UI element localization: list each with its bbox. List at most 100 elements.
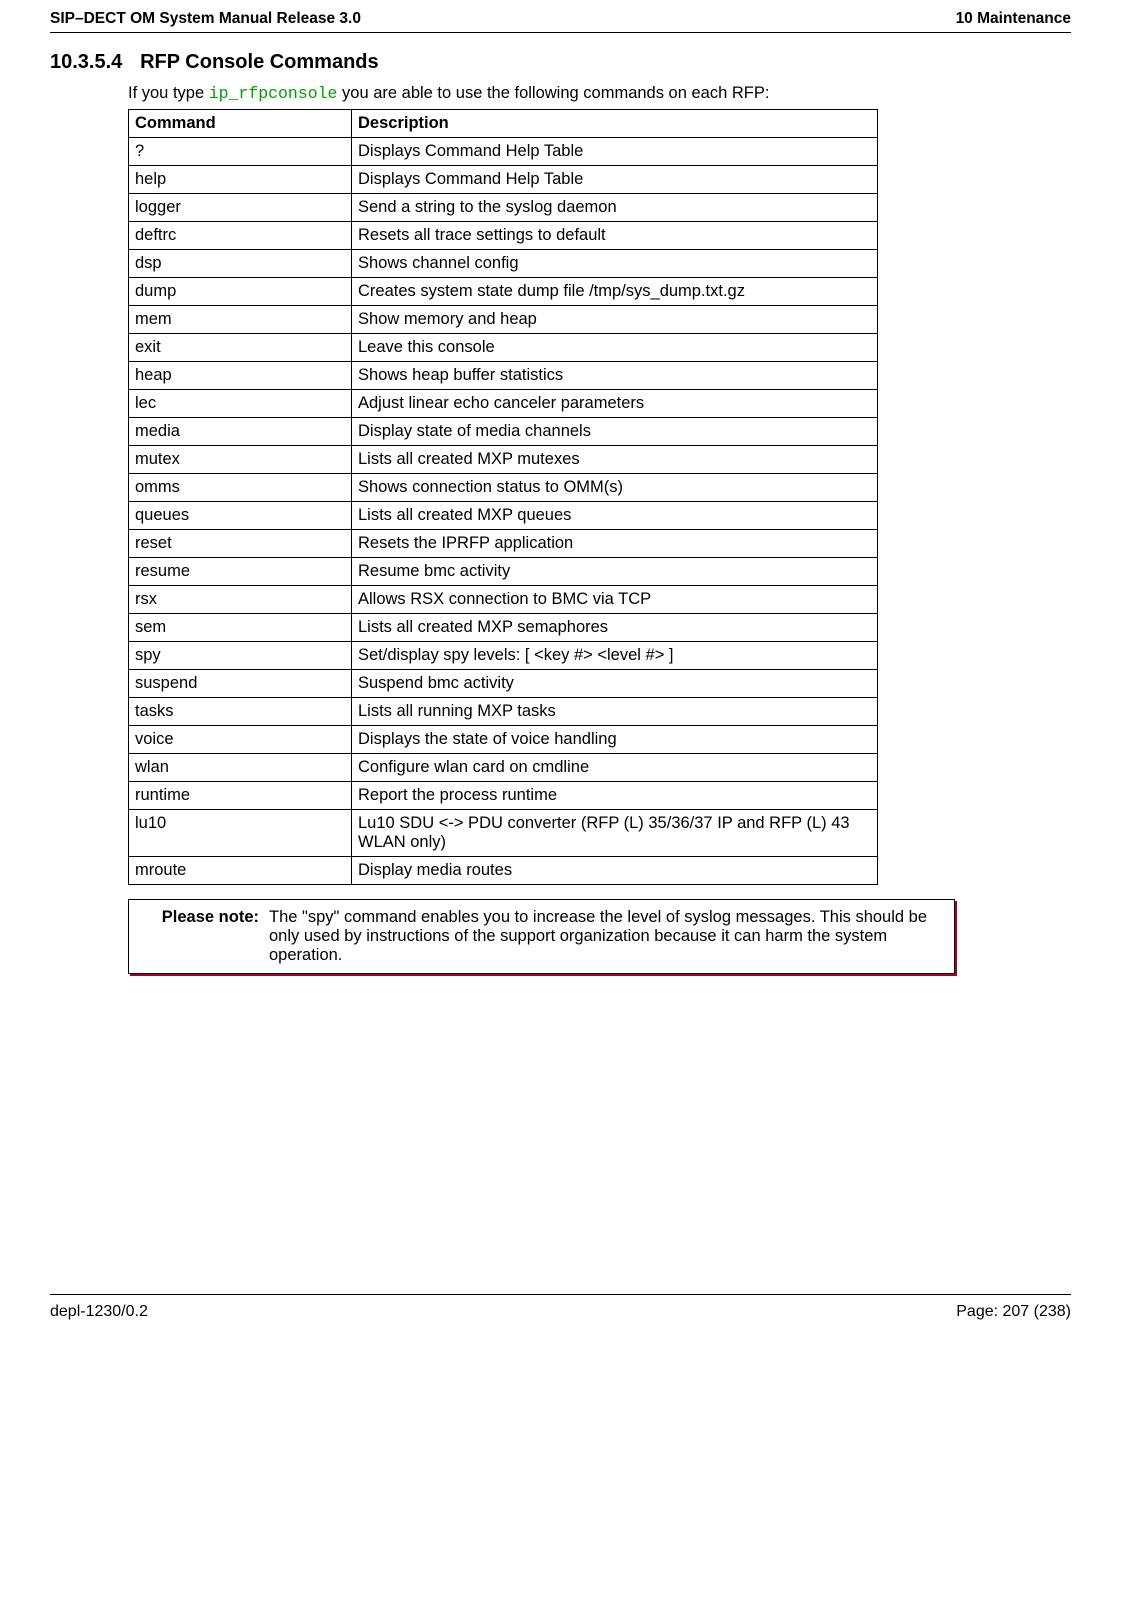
table-row: tasksLists all running MXP tasks [129,698,878,726]
header-divider [50,32,1071,33]
table-row: resetResets the IPRFP application [129,530,878,558]
table-row: voiceDisplays the state of voice handlin… [129,726,878,754]
td-description: Lu10 SDU <-> PDU converter (RFP (L) 35/3… [352,810,878,857]
table-row: semLists all created MXP semaphores [129,614,878,642]
td-description: Leave this console [352,334,878,362]
table-row: memShow memory and heap [129,306,878,334]
td-description: Shows connection status to OMM(s) [352,474,878,502]
td-command: logger [129,194,352,222]
td-command: runtime [129,782,352,810]
td-command: tasks [129,698,352,726]
td-description: Shows channel config [352,250,878,278]
section-number: 10.3.5.4 [50,51,122,73]
table-row: exitLeave this console [129,334,878,362]
td-command: dump [129,278,352,306]
td-description: Creates system state dump file /tmp/sys_… [352,278,878,306]
footer-left: depl-1230/0.2 [50,1303,148,1321]
table-row: mutexLists all created MXP mutexes [129,446,878,474]
td-command: mem [129,306,352,334]
table-row: heapShows heap buffer statistics [129,362,878,390]
td-command: dsp [129,250,352,278]
td-description: Set/display spy levels: [ <key #> <level… [352,642,878,670]
td-description: Lists all created MXP semaphores [352,614,878,642]
td-command: wlan [129,754,352,782]
td-description: Suspend bmc activity [352,670,878,698]
table-row: ?Displays Command Help Table [129,138,878,166]
table-row: suspendSuspend bmc activity [129,670,878,698]
td-command: reset [129,530,352,558]
footer-divider [50,1294,1071,1295]
td-command: queues [129,502,352,530]
table-row: ommsShows connection status to OMM(s) [129,474,878,502]
table-row: wlanConfigure wlan card on cmdline [129,754,878,782]
header-right: 10 Maintenance [956,10,1071,28]
table-row: runtimeReport the process runtime [129,782,878,810]
table-row: queuesLists all created MXP queues [129,502,878,530]
td-description: Display state of media channels [352,418,878,446]
td-description: Resets all trace settings to default [352,222,878,250]
td-description: Allows RSX connection to BMC via TCP [352,586,878,614]
td-description: Lists all created MXP queues [352,502,878,530]
table-row: resumeResume bmc activity [129,558,878,586]
table-row: deftrcResets all trace settings to defau… [129,222,878,250]
td-command: ? [129,138,352,166]
td-description: Resets the IPRFP application [352,530,878,558]
td-command: heap [129,362,352,390]
td-description: Show memory and heap [352,306,878,334]
td-description: Configure wlan card on cmdline [352,754,878,782]
td-description: Displays Command Help Table [352,138,878,166]
note-box: Please note: The "spy" command enables y… [128,899,955,974]
td-description: Display media routes [352,857,878,885]
table-row: dumpCreates system state dump file /tmp/… [129,278,878,306]
td-command: media [129,418,352,446]
td-description: Lists all created MXP mutexes [352,446,878,474]
td-description: Shows heap buffer statistics [352,362,878,390]
td-command: mroute [129,857,352,885]
section-title: RFP Console Commands [140,51,379,73]
note-text: The "spy" command enables you to increas… [265,908,944,965]
td-description: Adjust linear echo canceler parameters [352,390,878,418]
td-description: Send a string to the syslog daemon [352,194,878,222]
commands-table: Command Description ?Displays Command He… [128,109,878,885]
section-heading: 10.3.5.4 RFP Console Commands [50,51,1071,74]
table-row: helpDisplays Command Help Table [129,166,878,194]
td-command: lu10 [129,810,352,857]
table-row: spySet/display spy levels: [ <key #> <le… [129,642,878,670]
table-row: rsxAllows RSX connection to BMC via TCP [129,586,878,614]
td-command: lec [129,390,352,418]
td-description: Displays the state of voice handling [352,726,878,754]
table-row: lecAdjust linear echo canceler parameter… [129,390,878,418]
table-row: dspShows channel config [129,250,878,278]
intro-suffix: you are able to use the following comman… [337,84,769,102]
intro-paragraph: If you type ip_rfpconsole you are able t… [128,84,1071,103]
table-header-row: Command Description [129,110,878,138]
footer-right: Page: 207 (238) [956,1303,1071,1321]
note-label: Please note: [139,908,265,965]
td-command: rsx [129,586,352,614]
table-row: lu10Lu10 SDU <-> PDU converter (RFP (L) … [129,810,878,857]
table-row: loggerSend a string to the syslog daemon [129,194,878,222]
page-footer: depl-1230/0.2 Page: 207 (238) [50,1303,1071,1321]
td-description: Lists all running MXP tasks [352,698,878,726]
table-row: mrouteDisplay media routes [129,857,878,885]
th-command: Command [129,110,352,138]
table-row: mediaDisplay state of media channels [129,418,878,446]
td-command: sem [129,614,352,642]
td-command: exit [129,334,352,362]
intro-prefix: If you type [128,84,209,102]
td-command: spy [129,642,352,670]
td-command: deftrc [129,222,352,250]
intro-code: ip_rfpconsole [209,84,338,103]
th-description: Description [352,110,878,138]
header-left: SIP–DECT OM System Manual Release 3.0 [50,10,361,28]
td-command: voice [129,726,352,754]
td-command: suspend [129,670,352,698]
td-description: Displays Command Help Table [352,166,878,194]
page-header: SIP–DECT OM System Manual Release 3.0 10… [50,10,1071,32]
td-command: omms [129,474,352,502]
td-command: help [129,166,352,194]
td-description: Resume bmc activity [352,558,878,586]
td-command: resume [129,558,352,586]
td-command: mutex [129,446,352,474]
td-description: Report the process runtime [352,782,878,810]
